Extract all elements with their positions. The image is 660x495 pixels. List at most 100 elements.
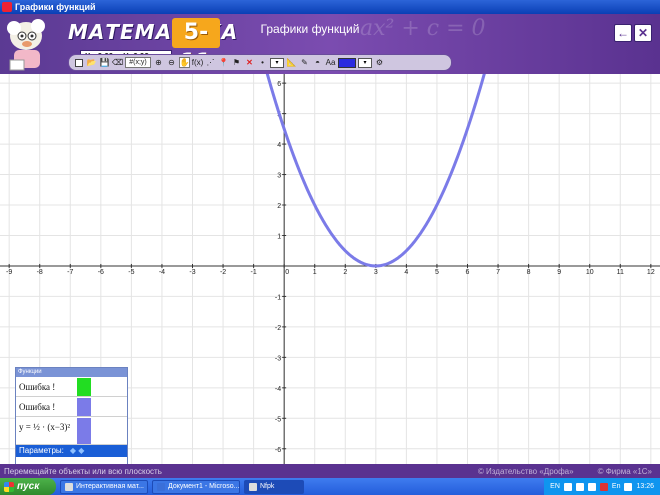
y-tick-label: -2 (275, 325, 281, 332)
y-tick-label: -4 (275, 386, 281, 393)
window-titlebar[interactable]: Графики функций (0, 0, 660, 14)
volume-icon[interactable] (624, 482, 633, 491)
x-tick-label: 9 (557, 269, 561, 276)
taskbar-item[interactable]: Интерактивная мат... (60, 479, 148, 494)
function-row[interactable]: Ошибка ! (16, 397, 127, 417)
x-tick-label: -5 (128, 269, 134, 276)
point-icon[interactable]: ⚑ (231, 57, 242, 68)
tray-icon[interactable] (587, 482, 596, 491)
parameters-label: Параметры: (19, 446, 64, 455)
y-tick-label: 6 (277, 81, 281, 88)
taskbar-item-label: Документ1 - Microso... (168, 483, 240, 490)
open-icon[interactable]: 📂 (86, 57, 97, 68)
x-tick-label: 8 (527, 269, 531, 276)
tray-icon[interactable] (575, 482, 584, 491)
app-icon (249, 482, 257, 491)
parameters-arrows-icon[interactable]: ◆ ◆ (70, 445, 85, 457)
point-style-dropdown[interactable]: ▾ (270, 57, 284, 68)
y-tick-label: 2 (277, 203, 281, 210)
line-color-swatch[interactable] (338, 57, 356, 68)
application-window: Графики функций ax² + c = 0 МАТЕМАТИКА 5… (0, 0, 660, 495)
xy-label: (x;y) (133, 59, 147, 66)
zoom-in-icon[interactable]: ⊕ (153, 57, 164, 68)
copyright-drofa: © Издательство «Дрофа» (477, 466, 574, 476)
x-tick-label: -8 (37, 269, 43, 276)
grid-toggle-button[interactable]: # (x;y) (125, 57, 151, 68)
header-window-controls: ← ✕ (614, 24, 652, 42)
y-tick-label: -5 (275, 416, 281, 423)
y-tick-label: -6 (275, 447, 281, 454)
window-title: Графики функций (15, 2, 96, 12)
function-row[interactable]: Ошибка ! (16, 377, 127, 397)
word-icon (157, 482, 165, 491)
x-tick-label: -4 (159, 269, 165, 276)
text-icon[interactable]: Аа (325, 57, 336, 68)
taskbar: пуск Интерактивная мат... Документ1 - Mi… (0, 478, 660, 495)
x-tick-label: 12 (647, 269, 655, 276)
taskbar-item-label: Интерактивная мат... (76, 483, 144, 490)
y-tick-label: 4 (277, 142, 281, 149)
x-tick-label: 2 (343, 269, 347, 276)
protractor-icon[interactable]: ◓ (312, 57, 323, 68)
taskbar-item[interactable]: Nfpk (244, 479, 304, 494)
close-button[interactable]: ✕ (634, 24, 652, 42)
windows-flag-icon (4, 481, 14, 492)
functions-panel: Функции Ошибка ! Ошибка ! y = ½ · (x−3)²… (15, 367, 128, 475)
function-color-swatch[interactable] (77, 378, 91, 396)
color-dropdown[interactable]: ▾ (358, 57, 372, 68)
function-error-text: Ошибка ! (19, 382, 56, 392)
function-color-swatch[interactable] (77, 418, 91, 444)
keyboard-layout-icon[interactable] (599, 482, 608, 491)
settings-icon[interactable]: ⚙ (374, 57, 385, 68)
taskbar-item[interactable]: Документ1 - Microso... (152, 479, 240, 494)
y-tick-label: 1 (277, 233, 281, 240)
pencil-icon[interactable]: ✎ (299, 57, 310, 68)
x-tick-label: 4 (404, 269, 408, 276)
status-bar: Перемещайте объекты или всю плоскость © … (0, 464, 660, 478)
x-tick-label: 10 (586, 269, 594, 276)
dot-icon[interactable]: • (257, 57, 268, 68)
x-tick-label: 1 (313, 269, 317, 276)
help-icon[interactable] (563, 482, 572, 491)
save-icon[interactable]: 💾 (99, 57, 110, 68)
copyright-1c: © Фирма «1С» (597, 466, 652, 476)
function-row[interactable]: y = ½ · (x−3)² (16, 417, 127, 445)
taskbar-item-label: Nfpk (260, 483, 275, 490)
x-tick-label: 11 (617, 269, 624, 276)
start-button[interactable]: пуск (0, 478, 56, 495)
ruler-icon[interactable]: 📐 (286, 57, 297, 68)
zoom-out-icon[interactable]: ⊖ (166, 57, 177, 68)
app-icon (65, 482, 73, 491)
x-tick-label: -9 (6, 269, 12, 276)
parameters-bar[interactable]: Параметры: ◆ ◆ (16, 445, 127, 457)
pin-icon[interactable]: 📍 (218, 57, 229, 68)
function-formula: y = ½ · (x−3)² (19, 422, 71, 432)
page-title: Графики функций (260, 22, 360, 36)
hand-icon[interactable]: ✋ (179, 57, 190, 68)
language-indicator-2[interactable]: En (612, 483, 621, 490)
x-tick-label: 0 (285, 269, 289, 276)
toolbar: 📂 💾 ⌫ # (x;y) ⊕ ⊖ ✋ f(x) ⋰ 📍 ⚑ ✕ • ▾ 📐 ✎… (68, 54, 452, 71)
eraser-icon[interactable]: ⌫ (112, 57, 123, 68)
functions-panel-title: Функции (16, 368, 127, 377)
system-tray: EN En 13:26 (544, 478, 660, 495)
status-message: Перемещайте объекты или всю плоскость (4, 466, 162, 476)
language-indicator[interactable]: EN (550, 483, 560, 490)
x-tick-label: 6 (466, 269, 470, 276)
dotted-line-icon[interactable]: ⋰ (205, 57, 216, 68)
logo-grades: 5-11 (172, 18, 220, 74)
delete-icon[interactable]: ✕ (244, 57, 255, 68)
start-label: пуск (17, 481, 40, 492)
x-tick-label: -7 (67, 269, 73, 276)
function-error-text: Ошибка ! (19, 402, 56, 412)
fx-icon[interactable]: f(x) (192, 57, 204, 68)
y-tick-label: -1 (275, 294, 281, 301)
professor-mascot-icon (7, 19, 45, 71)
y-tick-label: 3 (277, 173, 281, 180)
y-tick-label: -3 (275, 355, 281, 362)
clock: 13:26 (636, 483, 654, 490)
function-color-swatch[interactable] (77, 398, 91, 416)
back-button[interactable]: ← (614, 24, 632, 42)
new-icon[interactable] (73, 57, 84, 68)
x-tick-label: 5 (435, 269, 439, 276)
